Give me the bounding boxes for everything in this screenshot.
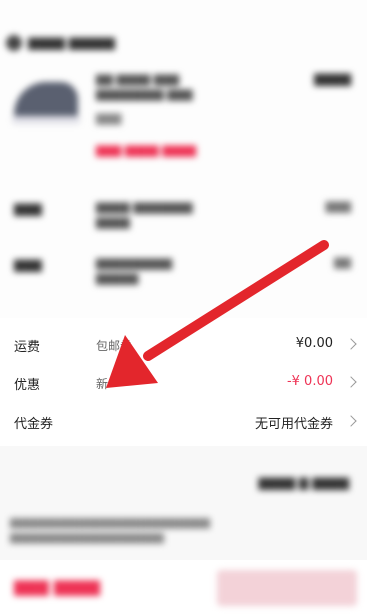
discount-row[interactable]: 优惠 新 -¥ 0.00 bbox=[0, 366, 367, 400]
order-total-summary: ▇▇▇▇ ▇ ▇▇▇▇ bbox=[258, 476, 349, 490]
submit-order-button[interactable] bbox=[217, 570, 357, 606]
promo-note: ▇▇▇ ▇▇▇▇ ▇▇▇▇ bbox=[96, 144, 197, 157]
shop-header: ▇▇▇▇ ▇▇▇▇▇ bbox=[6, 33, 115, 53]
address-label: ▇▇▇ bbox=[14, 202, 42, 216]
address-edit[interactable]: ▇▇▇ bbox=[326, 200, 351, 213]
discount-tag: 新 bbox=[96, 377, 109, 391]
shipping-row[interactable]: 运费 包邮券 ¥0.00 bbox=[0, 328, 367, 362]
discount-label: 优惠 bbox=[14, 378, 41, 393]
shipping-label: 运费 bbox=[14, 340, 41, 355]
chevron-right-icon[interactable] bbox=[345, 415, 357, 427]
product-quantity: ▇▇▇ bbox=[96, 112, 122, 125]
shop-icon bbox=[6, 35, 22, 51]
product-image bbox=[10, 72, 82, 132]
shoe-icon bbox=[14, 82, 78, 120]
voucher-status: 无可用代金券 bbox=[254, 417, 333, 432]
delivery-value: ▇▇▇▇▇▇▇▇▇ ▇▇▇▇▇ bbox=[96, 257, 173, 285]
discount-amount: -¥ 0.00 bbox=[286, 374, 333, 389]
product-title: ▇▇ ▇▇▇▇ ▇▇▇ ▇▇▇▇▇▇▇▇ ▇▇▇ bbox=[96, 73, 193, 101]
delivery-edit[interactable]: ▇▇ bbox=[334, 256, 351, 269]
address-value: ▇▇▇▇ ▇▇▇▇▇▇▇ ▇▇▇▇ bbox=[96, 201, 193, 229]
shipping-coupon: 包邮券 bbox=[96, 339, 133, 353]
product-price: ▇▇▇▇ bbox=[314, 72, 351, 86]
order-summary-card: ▇▇▇▇ ▇▇▇▇▇ ▇▇ ▇▇▇▇ ▇▇▇ ▇▇▇▇▇▇▇▇ ▇▇▇ ▇▇▇▇ … bbox=[0, 0, 367, 318]
pay-total: ▇▇▇ ▇▇▇▇ bbox=[14, 578, 100, 596]
chevron-right-icon[interactable] bbox=[345, 376, 357, 388]
voucher-row[interactable]: 代金券 无可用代金券 bbox=[0, 405, 367, 439]
shipping-amount: ¥0.00 bbox=[295, 336, 333, 351]
voucher-label: 代金券 bbox=[14, 417, 54, 432]
delivery-label: ▇▇▇ bbox=[14, 258, 42, 272]
fee-section: 运费 包邮券 ¥0.00 优惠 新 -¥ 0.00 代金券 无可用代金券 bbox=[0, 318, 367, 446]
checkout-bar: ▇▇▇ ▇▇▇▇ bbox=[0, 560, 367, 616]
shop-name: ▇▇▇▇ ▇▇▇▇▇ bbox=[28, 36, 115, 50]
purchase-notice: ▇▇▇▇▇▇▇▇▇▇▇▇▇▇▇▇▇▇▇▇▇▇▇▇▇▇ ▇▇▇▇▇▇▇▇▇▇▇▇▇▇… bbox=[10, 518, 210, 544]
chevron-right-icon[interactable] bbox=[345, 338, 357, 350]
